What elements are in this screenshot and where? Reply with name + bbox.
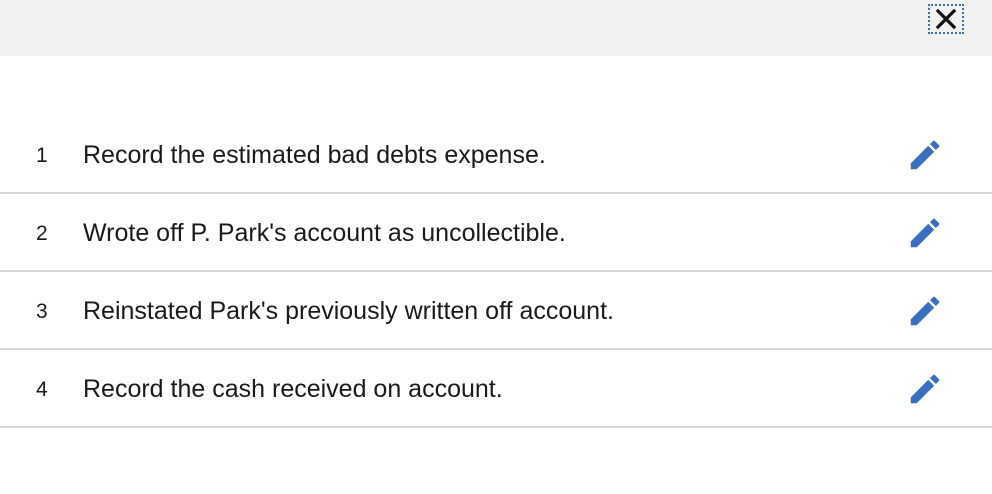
pencil-icon[interactable]	[906, 136, 944, 174]
item-text: Record the cash received on account.	[83, 375, 503, 403]
list-item: 1 Record the estimated bad debts expense…	[0, 116, 992, 194]
top-bar	[0, 0, 992, 56]
item-number: 4	[36, 378, 48, 401]
instruction-list: 1 Record the estimated bad debts expense…	[0, 116, 992, 428]
pencil-icon[interactable]	[906, 292, 944, 330]
pencil-icon[interactable]	[906, 370, 944, 408]
close-icon	[935, 8, 957, 30]
item-number: 2	[36, 222, 48, 245]
pencil-icon[interactable]	[906, 214, 944, 252]
list-item: 2 Wrote off P. Park's account as uncolle…	[0, 194, 992, 272]
item-number: 3	[36, 300, 48, 323]
list-item: 3 Reinstated Park's previously written o…	[0, 272, 992, 350]
item-text: Wrote off P. Park's account as uncollect…	[83, 219, 566, 247]
close-button[interactable]	[928, 4, 964, 34]
item-number: 1	[36, 144, 48, 167]
item-text: Reinstated Park's previously written off…	[83, 297, 614, 325]
list-item: 4 Record the cash received on account.	[0, 350, 992, 428]
item-text: Record the estimated bad debts expense.	[83, 141, 546, 169]
